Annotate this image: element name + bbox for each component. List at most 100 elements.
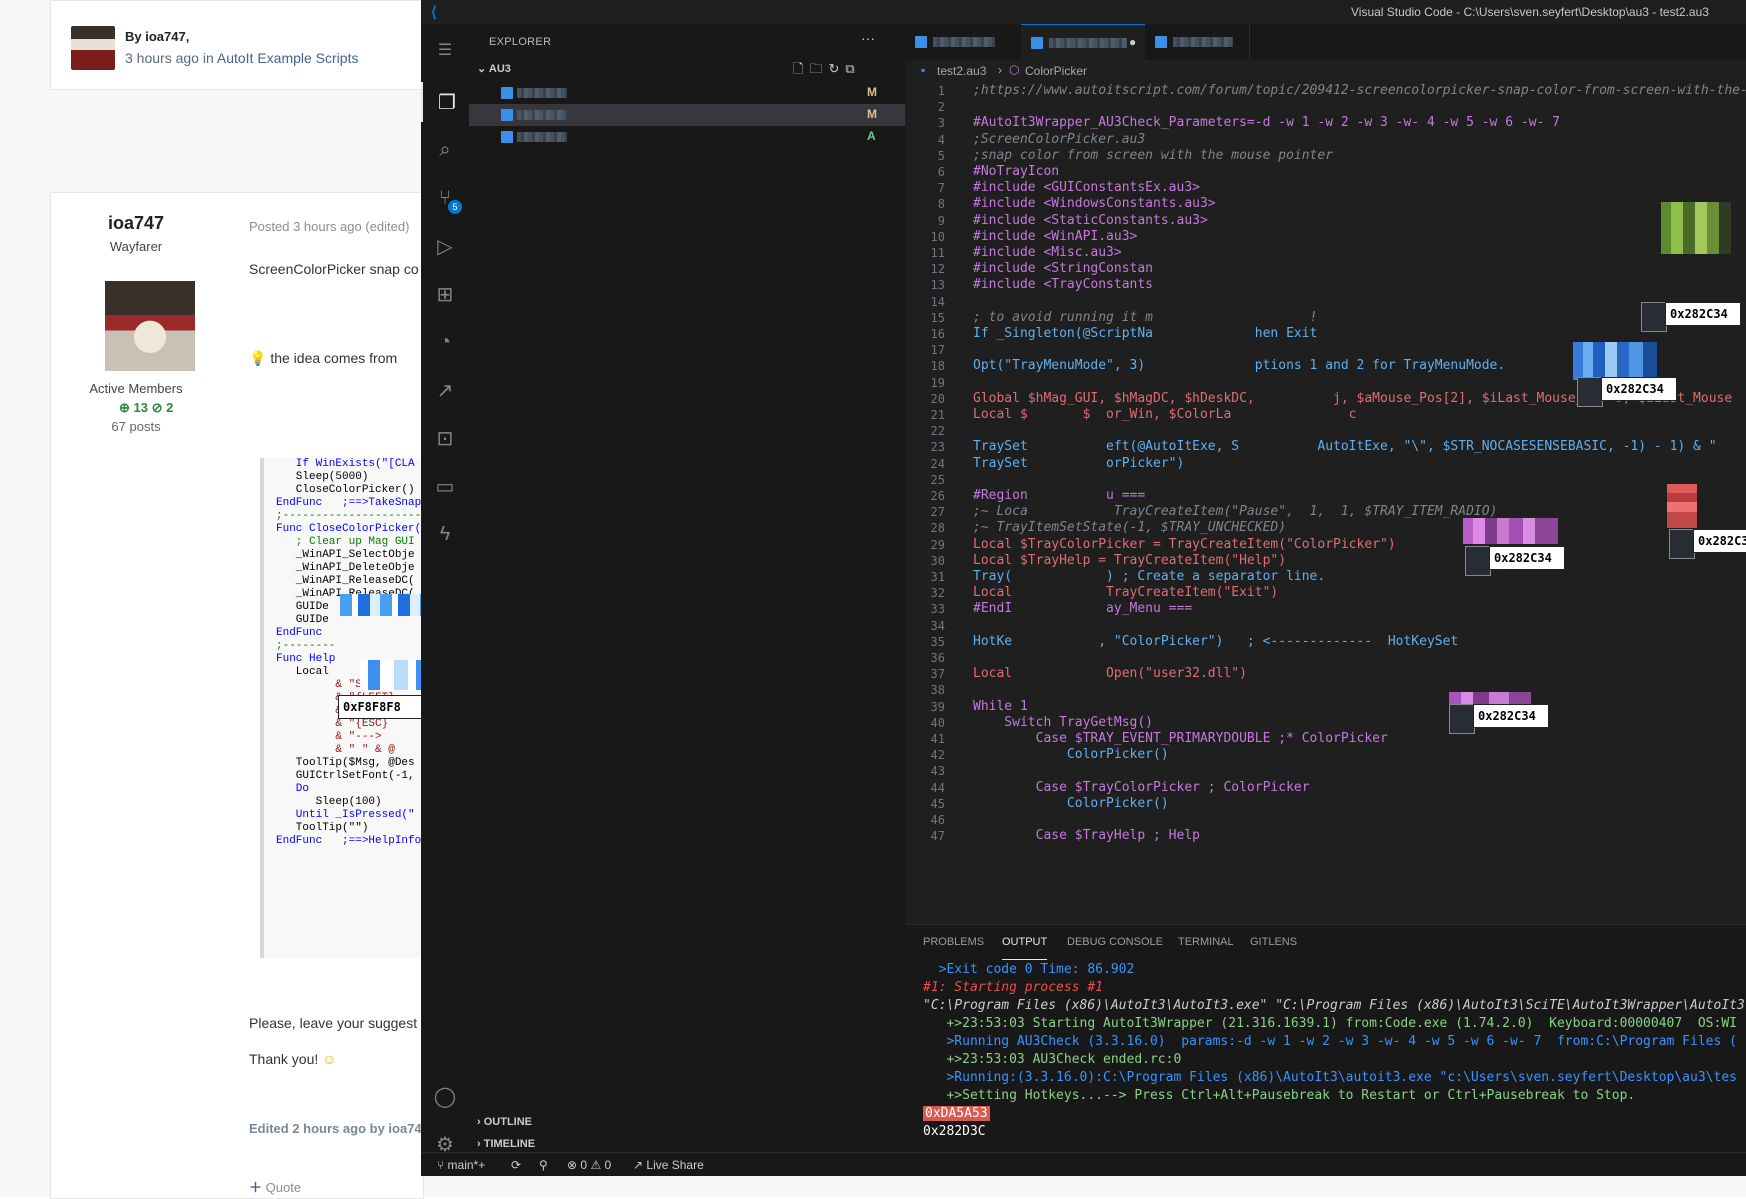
live-share-icon[interactable]: ↗ <box>421 370 469 410</box>
chevron-right-icon: › <box>998 63 1002 77</box>
code-line: _WinAPI_DeleteObje <box>276 562 415 574</box>
file-name-redacted <box>517 88 567 98</box>
smiley-icon: ☺ <box>322 1051 337 1067</box>
output-log[interactable]: >Exit code 0 Time: 86.902 #1: Starting pr… <box>923 961 1746 1151</box>
code-editor[interactable]: 1 ;https://www.autoitscript.com/forum/top… <box>905 82 1746 922</box>
post-date[interactable]: Posted 3 hours ago (edited) <box>249 219 409 234</box>
folder-icon[interactable]: ▭ <box>421 466 469 506</box>
run-debug-icon[interactable]: ▷ <box>421 226 469 266</box>
symbol-icon: ⬡ <box>1009 63 1020 77</box>
file-item[interactable]: A <box>469 126 905 148</box>
topic-author[interactable]: By ioa747, <box>125 29 189 44</box>
code-line: GUICtrlSetFont(-1, <box>276 770 415 782</box>
refresh-icon[interactable]: ↻ <box>828 61 845 76</box>
line-number: 47 <box>930 829 945 844</box>
menu-icon[interactable]: ☰ <box>421 30 469 70</box>
folder-header[interactable]: ⌄ AU3 <box>477 62 511 75</box>
code-line[interactable]: ColorPicker() <box>973 746 1169 764</box>
rep-check: 2 <box>166 400 174 415</box>
code-line: ;----------------------- <box>276 510 435 522</box>
file-name-redacted <box>517 110 567 120</box>
forum-link[interactable]: AutoIt Example Scripts <box>217 50 359 66</box>
output-color-value: 0x282D3C <box>923 1124 986 1139</box>
code-line[interactable]: Case $TrayHelp ; Help <box>973 827 1200 845</box>
code-line: EndFunc <box>276 627 323 639</box>
timeline-label: TIMELINE <box>483 1138 536 1150</box>
code-line[interactable]: Local $ $ or_Win, $ColorLa c <box>973 406 1357 424</box>
file-item[interactable]: M <box>469 82 905 104</box>
branch-name: main*+ <box>447 1158 486 1172</box>
source-control-icon[interactable]: ⑂ 5 <box>421 178 469 218</box>
topic-header-card: By ioa747, 3 hours ago in AutoIt Example… <box>50 0 424 90</box>
explorer-icon[interactable]: ❐ <box>421 82 471 122</box>
topic-time: 3 hours ago in <box>125 50 214 66</box>
live-share-label: Live Share <box>646 1158 704 1172</box>
editor-tab[interactable] <box>1145 24 1250 60</box>
editor-tab-active[interactable]: ● <box>1021 24 1146 61</box>
bottom-panel: PROBLEMS OUTPUT DEBUG CONSOLE TERMINAL G… <box>905 924 1746 1153</box>
tab-terminal[interactable]: TERMINAL <box>1178 925 1234 959</box>
color-tooltip: 0x282C34 <box>1665 302 1741 326</box>
new-file-icon[interactable]: 🗋 <box>793 61 809 76</box>
code-line: ;-------- <box>276 640 336 652</box>
window-title: Visual Studio Code - C:\Users\sven.seyfe… <box>1351 5 1709 19</box>
color-swatch <box>1641 302 1667 332</box>
outline-section[interactable]: › OUTLINE <box>477 1116 532 1128</box>
output-line: +>Setting Hotkeys...--> Press Ctrl+Alt+P… <box>923 1088 1636 1103</box>
post-edited: Edited 2 hours ago by ioa74 <box>249 1121 422 1136</box>
breadcrumb-file[interactable]: test2.au3 <box>937 64 986 78</box>
author-avatar-small[interactable] <box>71 26 115 70</box>
code-line: & " " & @ <box>276 744 395 756</box>
post-username[interactable]: ioa747 <box>51 213 221 234</box>
collapse-all-icon[interactable]: ⧉ <box>845 61 860 76</box>
extensions-icon[interactable]: ⊞ <box>421 274 469 314</box>
code-line[interactable]: #EndI ay_Menu === <box>973 600 1192 618</box>
tab-problems[interactable]: PROBLEMS <box>923 925 984 959</box>
file-name-redacted <box>517 132 567 142</box>
post-rank: Wayfarer <box>109 239 163 254</box>
post-avatar[interactable] <box>105 281 195 371</box>
git-status: M <box>867 107 877 121</box>
code-line[interactable]: If _Singleton(@ScriptNa hen Exit <box>973 325 1317 343</box>
post-count: 67 posts <box>111 419 161 434</box>
code-line[interactable]: ColorPicker() <box>973 795 1169 813</box>
status-problems[interactable]: ⊗ 0 ⚠ 0 <box>567 1158 611 1172</box>
search-icon[interactable]: ⌕ <box>421 130 469 170</box>
code-line[interactable]: HotKe , "ColorPicker") ; <------------- … <box>973 633 1458 651</box>
file-item[interactable]: M <box>469 104 905 126</box>
explorer-more-icon[interactable]: ··· <box>861 30 875 46</box>
au3-file-icon: ▪ <box>921 63 926 77</box>
color-swatch <box>1465 546 1491 576</box>
tab-close-icon[interactable]: ● <box>1129 35 1136 49</box>
terminal-icon[interactable]: ⊡ <box>421 418 469 458</box>
tab-output[interactable]: OUTPUT <box>1002 925 1048 960</box>
gitlens-icon[interactable]: ◔ <box>421 322 469 362</box>
explorer-actions: 🗋🗀↻⧉ <box>793 60 861 82</box>
quote-button[interactable]: ＋ Quote <box>249 1177 301 1196</box>
new-folder-icon[interactable]: 🗀 <box>809 61 828 76</box>
warning-count: 0 <box>604 1158 612 1172</box>
code-line[interactable]: Opt("TrayMenuMode", 3) ptions 1 and 2 fo… <box>973 357 1505 375</box>
au3-file-icon <box>501 131 513 143</box>
tab-gitlens[interactable]: GITLENS <box>1250 925 1297 959</box>
color-tooltip: 0x282C34 <box>1693 529 1746 553</box>
error-count: 0 <box>580 1158 588 1172</box>
output-line: 0xDA5A53 <box>923 1105 1746 1123</box>
editor-tab[interactable] <box>905 24 1022 60</box>
timeline-section[interactable]: › TIMELINE <box>477 1138 535 1150</box>
magnifier-fragment <box>1449 692 1531 704</box>
code-line[interactable]: Local Open("user32.dll") <box>973 665 1247 683</box>
code-line[interactable]: #include <TrayConstants <box>973 276 1153 294</box>
gitlens-status-icon[interactable]: ⚲ <box>539 1158 548 1172</box>
reputation: ⊕ 13 ⊘ 2 <box>119 400 173 416</box>
account-icon[interactable]: ◯ <box>421 1076 469 1116</box>
code-line[interactable]: TraySet orPicker") <box>973 455 1184 473</box>
sync-icon[interactable]: ⟳ <box>511 1158 521 1172</box>
lightning-icon[interactable]: ϟ <box>421 514 469 554</box>
post-thanks: Thank you! ☺ <box>249 1051 336 1067</box>
code-line[interactable]: ;https://www.autoitscript.com/forum/topi… <box>973 82 1746 100</box>
tab-debug-console[interactable]: DEBUG CONSOLE <box>1067 925 1163 959</box>
status-branch[interactable]: ⑂ main*+ <box>437 1158 485 1172</box>
status-live-share[interactable]: ↗ Live Share <box>633 1158 704 1172</box>
breadcrumb-symbol[interactable]: ColorPicker <box>1025 64 1087 78</box>
